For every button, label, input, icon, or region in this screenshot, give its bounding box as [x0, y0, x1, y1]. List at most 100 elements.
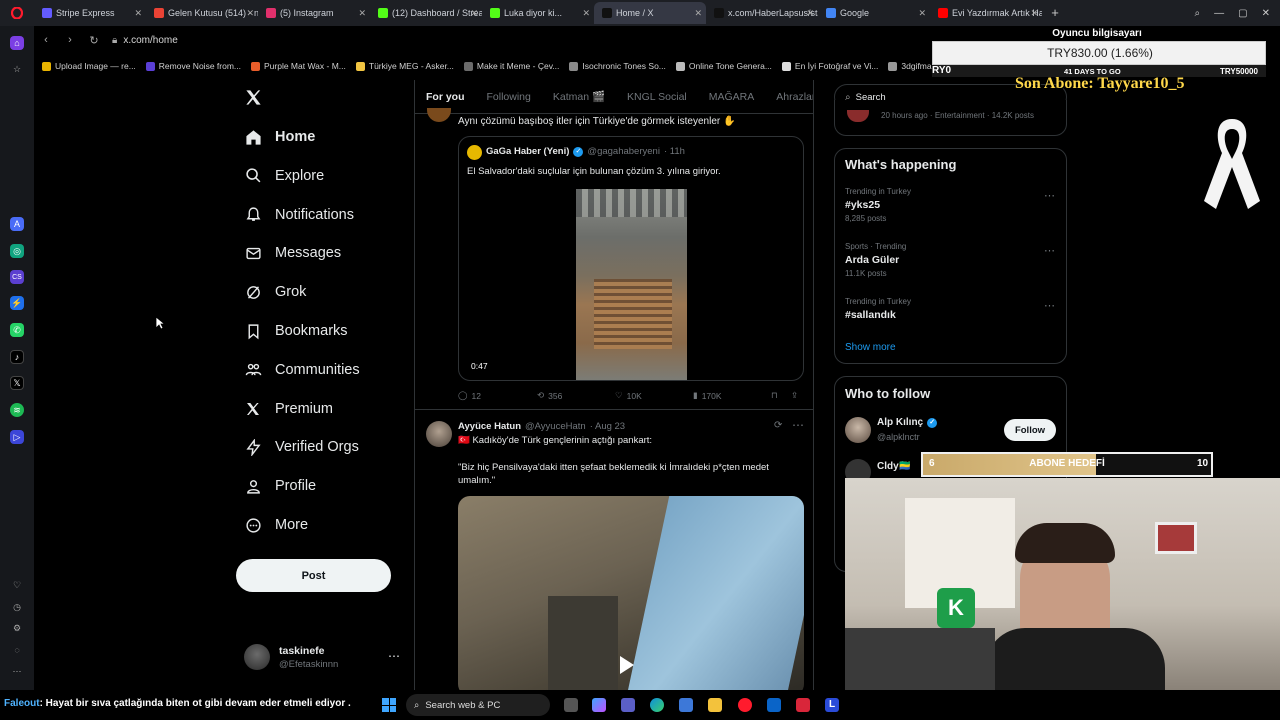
bookmark-item[interactable]: Türkiye MEG - Asker...: [355, 61, 454, 71]
trend-item[interactable]: Trending in Turkey #yks25 8,285 posts ⋯: [845, 187, 1055, 223]
home-speed-dial-icon[interactable]: ⌂: [10, 36, 24, 50]
nav-item-communities[interactable]: Communities: [244, 355, 360, 385]
bookmark-item[interactable]: Online Tone Genera...: [675, 61, 772, 71]
feed-tab[interactable]: Following: [487, 91, 531, 103]
bookmark-item[interactable]: Make it Meme - Çev...: [463, 61, 559, 71]
forward-button[interactable]: ›: [58, 34, 82, 46]
close-tab-icon[interactable]: ✕: [246, 8, 254, 19]
like-button[interactable]: ♡ 10K: [615, 390, 642, 401]
star-icon[interactable]: ☆: [10, 62, 24, 76]
feed-tab[interactable]: KNGL Social: [627, 91, 687, 103]
whatsapp-icon[interactable]: ✆: [10, 323, 24, 337]
browser-tab[interactable]: (12) Dashboard / Streamla✕: [370, 2, 482, 24]
reload-button[interactable]: ↻: [82, 34, 106, 47]
close-tab-icon[interactable]: ✕: [694, 8, 702, 19]
browser-tab[interactable]: Gelen Kutusu (514) - nosr✕: [146, 2, 258, 24]
bookmark-item[interactable]: Remove Noise from...: [145, 61, 241, 71]
browser-tab[interactable]: Evi Yazdırmak Artık Hayal✕: [930, 2, 1042, 24]
post-button[interactable]: Post: [236, 559, 391, 592]
show-more-link[interactable]: Show more: [845, 342, 896, 353]
windows-start-icon[interactable]: [382, 698, 396, 712]
opera-logo-icon[interactable]: [0, 7, 34, 19]
wps-icon[interactable]: [796, 698, 810, 712]
maximize-button[interactable]: ▢: [1238, 8, 1247, 19]
chatgpt-icon[interactable]: ◎: [10, 244, 24, 258]
x-logo-icon[interactable]: [244, 88, 263, 112]
edge-icon[interactable]: [650, 698, 664, 712]
feed-tab[interactable]: Katman 🎬: [553, 90, 605, 103]
messenger-icon[interactable]: ⚡: [10, 296, 24, 310]
suggested-user-name[interactable]: Alp Kılınç: [877, 417, 923, 428]
browser-tab[interactable]: Google ✕: [818, 2, 930, 24]
url-field[interactable]: x.com/home: [123, 35, 177, 46]
settings-gear-icon[interactable]: ⚙: [10, 621, 24, 635]
more-dots-icon[interactable]: ⋯: [10, 664, 24, 678]
search-tabs-icon[interactable]: ⌕: [1195, 8, 1201, 19]
trend-item[interactable]: Sports · Trending Arda Güler 11.1K posts ⋯: [845, 242, 1055, 278]
nav-item-home[interactable]: Home: [244, 122, 315, 152]
close-tab-icon[interactable]: ✕: [470, 8, 478, 19]
teams-icon[interactable]: [621, 698, 635, 712]
nav-item-profile[interactable]: Profile: [244, 471, 316, 501]
reply-button[interactable]: ◯ 12: [458, 390, 481, 401]
more-dots-icon[interactable]: ⋯: [792, 418, 804, 432]
account-switcher[interactable]: taskinefe @Efetaskinnn ⋯: [244, 643, 404, 673]
heart-icon[interactable]: ♡: [10, 578, 24, 592]
close-tab-icon[interactable]: ✕: [918, 8, 926, 19]
nav-item-bookmarks[interactable]: Bookmarks: [244, 316, 348, 346]
more-dots-icon[interactable]: ⋯: [1044, 244, 1055, 257]
feed-tab[interactable]: For you: [426, 91, 465, 103]
trend-item[interactable]: Trending in Turkey #sallandık ⋯: [845, 297, 1055, 321]
suggested-user-name[interactable]: Cldy🇬🇦: [877, 461, 911, 472]
tweet-image[interactable]: [458, 496, 804, 690]
quoted-tweet[interactable]: GaGa Haber (Yeni) ✓ @gagahaberyeni · 11h…: [458, 136, 804, 381]
history-icon[interactable]: ◷: [10, 600, 24, 614]
x-app-icon[interactable]: 𝕏: [10, 376, 24, 390]
back-button[interactable]: ‹: [34, 34, 58, 46]
tweet[interactable]: Aynı çözümü başıboş itler için Türkiye'd…: [415, 108, 813, 410]
play-icon[interactable]: [620, 656, 634, 674]
tweet[interactable]: Ayyüce Hatun @AyyuceHatn · Aug 23 ⟳ ⋯ 🇹🇷…: [415, 411, 813, 690]
tiktok-icon[interactable]: ♪: [10, 350, 24, 364]
nav-item-explore[interactable]: Explore: [244, 161, 324, 191]
close-tab-icon[interactable]: ✕: [582, 8, 590, 19]
browser-tab[interactable]: Stripe Express ✕: [34, 2, 146, 24]
bookmark-item[interactable]: En İyi Fotoğraf ve Vi...: [781, 61, 878, 71]
file-explorer-icon[interactable]: [708, 698, 722, 712]
browser-tab[interactable]: x.com/HaberLapsus/statu✕: [706, 2, 818, 24]
outlook-icon[interactable]: [767, 698, 781, 712]
nav-item-premium[interactable]: Premium: [244, 394, 333, 424]
more-dots-icon[interactable]: ⋯: [388, 649, 400, 663]
nav-item-grok[interactable]: Grok: [244, 277, 306, 307]
close-tab-icon[interactable]: ✕: [134, 8, 142, 19]
close-tab-icon[interactable]: ✕: [358, 8, 366, 19]
app-l-icon[interactable]: L: [825, 698, 839, 712]
task-view-icon[interactable]: [564, 698, 578, 712]
repost-button[interactable]: ⟲ 356: [537, 390, 562, 401]
close-tab-icon[interactable]: ✕: [806, 8, 814, 19]
minimize-button[interactable]: —: [1214, 8, 1224, 19]
browser-tab[interactable]: Home / X ✕: [594, 2, 706, 24]
bookmark-item[interactable]: Purple Mat Wax - M...: [251, 61, 346, 71]
share-button[interactable]: ⇪: [791, 390, 798, 401]
lightbulb-icon[interactable]: ◌: [10, 643, 24, 657]
new-tab-button[interactable]: +: [1046, 4, 1064, 22]
store-icon[interactable]: [679, 698, 693, 712]
browser-tab[interactable]: (5) Instagram ✕: [258, 2, 370, 24]
video-thumbnail[interactable]: [576, 189, 687, 380]
taskbar-search-input[interactable]: Search web & PC: [425, 700, 500, 711]
bookmark-item[interactable]: Isochronic Tones So...: [569, 61, 666, 71]
browser-tab[interactable]: Luka diyor ki... ✕: [482, 2, 594, 24]
nav-item-verified-orgs[interactable]: Verified Orgs: [244, 432, 359, 462]
nav-item-messages[interactable]: Messages: [244, 238, 341, 268]
nav-item-more[interactable]: More: [244, 510, 308, 540]
copilot-icon[interactable]: [592, 698, 606, 712]
views-button[interactable]: ▮ 170K: [693, 390, 722, 401]
feed-tab[interactable]: MAĞARA: [709, 91, 755, 103]
aria-icon[interactable]: A: [10, 217, 24, 231]
more-dots-icon[interactable]: ⋯: [1044, 189, 1055, 202]
close-window-button[interactable]: ✕: [1262, 8, 1270, 19]
nav-item-notifications[interactable]: Notifications: [244, 200, 354, 230]
bookmark-item[interactable]: Upload Image — re...: [42, 61, 136, 71]
spotify-icon[interactable]: ≋: [10, 403, 24, 417]
